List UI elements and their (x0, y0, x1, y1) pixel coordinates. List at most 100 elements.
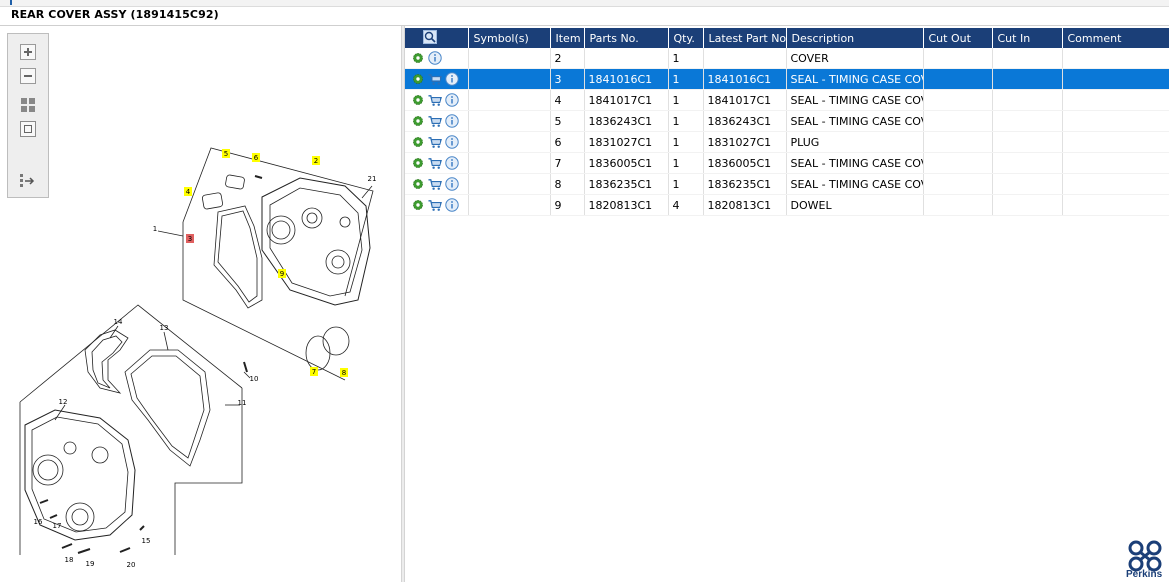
cell-description: DOWEL (786, 194, 924, 216)
cell-description: SEAL - TIMING CASE COVE (786, 173, 924, 195)
callout-label: 18 (65, 556, 74, 564)
info-icon[interactable] (445, 177, 459, 191)
cell-description: SEAL - TIMING CASE COVE (786, 68, 924, 90)
callout-19: 19 (86, 560, 95, 568)
cell-symbols (468, 173, 551, 195)
column-header-item[interactable]: Item (550, 28, 585, 48)
callout-2[interactable]: 2 (312, 156, 320, 165)
fit-all-button[interactable] (19, 96, 37, 114)
export-button[interactable] (19, 172, 37, 190)
zoom-out-button[interactable] (19, 67, 37, 85)
cart-icon[interactable] (428, 114, 442, 128)
exploded-diagram[interactable]: 12345 67 8910111213141516 1718 19 2021 (0, 26, 401, 582)
cart-icon[interactable] (428, 135, 442, 149)
cell-description: COVER (786, 48, 924, 69)
row-action-icons (409, 198, 467, 212)
table-row[interactable]: 3 1841016C1 1 1841016C1 SEAL - TIMING CASE C… (405, 68, 1169, 90)
callout-7[interactable]: 7 (310, 367, 318, 376)
table-row[interactable]: 5 1836243C1 1 1836243C1 SEAL - TIMING CASE C… (405, 110, 1169, 132)
cell-symbols (468, 131, 551, 153)
diagram-pane[interactable]: 1 2 3 4 5 6 7 8 9 10 11 12 13 14 15 16 17 18 19 20 21 (0, 26, 401, 582)
gear-icon[interactable] (411, 93, 425, 107)
info-icon[interactable] (445, 135, 459, 149)
cell-qty: 4 (668, 194, 704, 216)
gear-icon[interactable] (411, 72, 425, 86)
callout-17: 17 (53, 522, 62, 530)
callout-5[interactable]: 5 (222, 149, 230, 158)
column-header-latest-part-no[interactable]: Latest Part No. (703, 28, 787, 48)
column-header-qty[interactable]: Qty. (668, 28, 704, 48)
cell-parts-no: 1836235C1 (584, 173, 669, 195)
callout-9[interactable]: 9 (278, 269, 286, 278)
gear-icon[interactable] (411, 51, 425, 65)
table-row[interactable]: 2 1 COVER (405, 48, 1169, 69)
cell-qty: 1 (668, 110, 704, 132)
info-icon[interactable] (445, 93, 459, 107)
info-icon[interactable] (445, 156, 459, 170)
cell-actions (405, 68, 469, 90)
gear-icon[interactable] (411, 135, 425, 149)
info-icon[interactable] (428, 51, 442, 65)
cart-icon[interactable] (428, 72, 442, 86)
table-row[interactable]: 7 1836005C1 1 1836005C1 SEAL - TIMING CASE C… (405, 152, 1169, 174)
cell-actions (405, 131, 469, 153)
zoom-in-button[interactable] (19, 43, 37, 61)
cell-comment (1062, 173, 1169, 195)
fit-all-icon (21, 98, 35, 112)
cell-latest-part-no: 1836235C1 (703, 173, 787, 195)
cell-cut-out (923, 152, 993, 174)
cart-icon[interactable] (428, 177, 442, 191)
table-row[interactable]: 4 1841017C1 1 1841017C1 SEAL - TIMING CASE C… (405, 89, 1169, 111)
column-header-comment[interactable]: Comment (1062, 28, 1169, 48)
diagram-callouts: 12345 67 8910111213141516 1718 19 2021 (34, 149, 376, 569)
row-action-icons (409, 135, 467, 149)
cell-latest-part-no: 1841017C1 (703, 89, 787, 111)
diagram-linework (19, 147, 374, 555)
gear-icon[interactable] (411, 114, 425, 128)
cell-item: 5 (550, 110, 585, 132)
info-icon[interactable] (445, 72, 459, 86)
fit-window-button[interactable] (19, 120, 37, 138)
callout-15: 15 (142, 537, 151, 545)
cell-latest-part-no: 1836243C1 (703, 110, 787, 132)
cell-parts-no (584, 48, 669, 69)
callout-16: 16 (34, 518, 43, 526)
cell-qty: 1 (668, 48, 704, 69)
cell-cut-in (992, 48, 1063, 69)
callout-1: 1 (153, 225, 157, 233)
column-header-symbols[interactable]: Symbol(s) (468, 28, 551, 48)
cell-description: PLUG (786, 131, 924, 153)
callout-4[interactable]: 4 (184, 187, 192, 196)
gear-icon[interactable] (411, 177, 425, 191)
cell-symbols (468, 89, 551, 111)
header-search-cell[interactable] (405, 28, 469, 48)
table-row[interactable]: 8 1836235C1 1 1836235C1 SEAL - TIMING CASE C… (405, 173, 1169, 195)
callout-12: 12 (59, 398, 68, 406)
callout-8[interactable]: 8 (340, 368, 348, 377)
column-header-description[interactable]: Description (786, 28, 924, 48)
info-icon[interactable] (445, 198, 459, 212)
cell-qty: 1 (668, 89, 704, 111)
callout-label: 13 (160, 324, 169, 332)
cell-symbols (468, 110, 551, 132)
cart-icon[interactable] (428, 93, 442, 107)
gear-icon[interactable] (411, 156, 425, 170)
column-header-parts-no[interactable]: Parts No. (584, 28, 669, 48)
fit-window-icon (20, 121, 36, 137)
table-header-row: Symbol(s) Item Parts No. Qty. Latest Par… (405, 28, 1169, 48)
callout-6[interactable]: 6 (252, 153, 260, 162)
table-row[interactable]: 9 1820813C1 4 1820813C1 DOWEL (405, 194, 1169, 216)
cart-icon[interactable] (428, 156, 442, 170)
table-row[interactable]: 6 1831027C1 1 1831027C1 PLUG (405, 131, 1169, 153)
callout-3[interactable]: 3 (186, 234, 194, 243)
column-header-cut-in[interactable]: Cut In (992, 28, 1063, 48)
cart-icon[interactable] (428, 198, 442, 212)
gear-icon[interactable] (411, 198, 425, 212)
column-header-cut-out[interactable]: Cut Out (923, 28, 993, 48)
callout-label: 1 (153, 225, 157, 233)
cell-latest-part-no: 1841016C1 (703, 68, 787, 90)
cell-symbols (468, 152, 551, 174)
cell-comment (1062, 68, 1169, 90)
cell-cut-in (992, 152, 1063, 174)
info-icon[interactable] (445, 114, 459, 128)
